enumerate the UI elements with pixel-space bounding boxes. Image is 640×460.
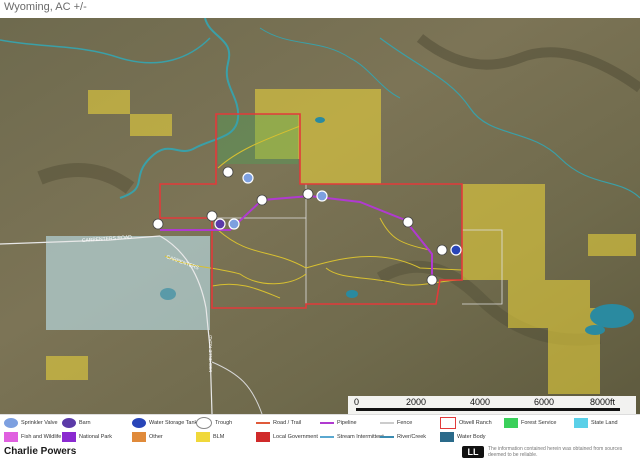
scale-tick: 8000ft [590,397,616,407]
trough-icon [196,417,212,429]
legend-item: Forest Service [504,417,556,429]
legend-item: BLM [196,431,224,443]
legend-item: Fish and Wildlife [4,431,61,443]
trough-marker [222,166,234,178]
state-land-icon [574,418,588,428]
scale-tick: 0 [354,397,360,407]
map-view[interactable]: CARPENTERS ROAD CARPENTERS MICHELLE ROAD [0,18,640,414]
water-body [590,304,634,328]
map-footer: Charlie Powers LL The information contai… [0,444,640,460]
brokerage-logo: LL [462,446,484,458]
ranch-boundary-icon [440,417,456,429]
disclaimer-text: The information contained herein was obt… [488,446,623,458]
trough-marker [426,274,438,286]
legend-item: Pipeline [320,417,357,429]
fish-wildlife-icon [4,432,18,442]
blm-parcel [588,234,636,256]
barn-icon [62,418,76,428]
national-park-icon [62,432,76,442]
blm-parcel [300,159,381,184]
trough-marker [436,244,448,256]
barn-marker [214,218,226,230]
pipeline-icon [320,422,334,424]
trough-marker [256,194,268,206]
legend-item: Local Government [256,431,318,443]
trough-marker [206,210,218,222]
scale-rule [356,408,620,411]
scale-tick: 4000 [470,397,491,407]
other-land-icon [132,432,146,442]
legend-item: Stream Intermittent [320,431,384,443]
trough-marker [152,218,164,230]
water-body-icon [440,432,454,442]
scale-tick: 2000 [406,397,427,407]
legend-item: National Park [62,431,112,443]
legend-item: Trough [196,417,232,429]
legend-item: Other [132,431,163,443]
water-tank-icon [132,418,146,428]
sprinkler-valve-marker [228,218,240,230]
water-tank-marker [450,244,462,256]
legend-item: River/Creek [380,431,426,443]
legend-item: Water Storage Tank [132,417,197,429]
trough-marker [302,188,314,200]
agent-name: Charlie Powers [4,446,77,457]
water-body [160,288,176,300]
blm-icon [196,432,210,442]
scale-bar: 0 2000 4000 6000 8000ft [348,396,636,414]
legend-item: Fence [380,417,412,429]
river-creek-icon [380,436,394,438]
local-government-icon [256,432,270,442]
legend-item: Barn [62,417,91,429]
sprinkler-valve-icon [4,418,18,428]
stream-intermittent-icon [320,436,334,438]
map-legend: Sprinkler Valve Barn Water Storage Tank … [0,414,640,445]
water-body [346,290,358,298]
state-land-parcel [46,236,210,330]
forest-service-parcel [218,114,298,164]
map-header: Wyoming, AC +/- [0,0,640,18]
fence-icon [380,422,394,424]
map-canvas: CARPENTERS ROAD CARPENTERS MICHELLE ROAD [0,18,640,414]
legend-item: Water Body [440,431,486,443]
blm-parcel [88,90,130,114]
legend-item: Sprinkler Valve [4,417,58,429]
scale-tick: 6000 [534,397,555,407]
legend-item: Otwell Ranch [440,417,492,429]
blm-parcel [46,356,88,380]
road-trail-icon [256,422,270,424]
trough-marker [402,216,414,228]
water-body [585,325,605,335]
route-label: MICHELLE ROAD [208,334,213,372]
legend-item: Road / Trail [256,417,301,429]
map-title: Wyoming, AC +/- [4,1,87,13]
legend-item: State Land [574,417,618,429]
water-body [315,117,325,123]
forest-service-icon [504,418,518,428]
blm-parcel [130,114,172,136]
sprinkler-valve-marker [316,190,328,202]
sprinkler-valve-marker [242,172,254,184]
